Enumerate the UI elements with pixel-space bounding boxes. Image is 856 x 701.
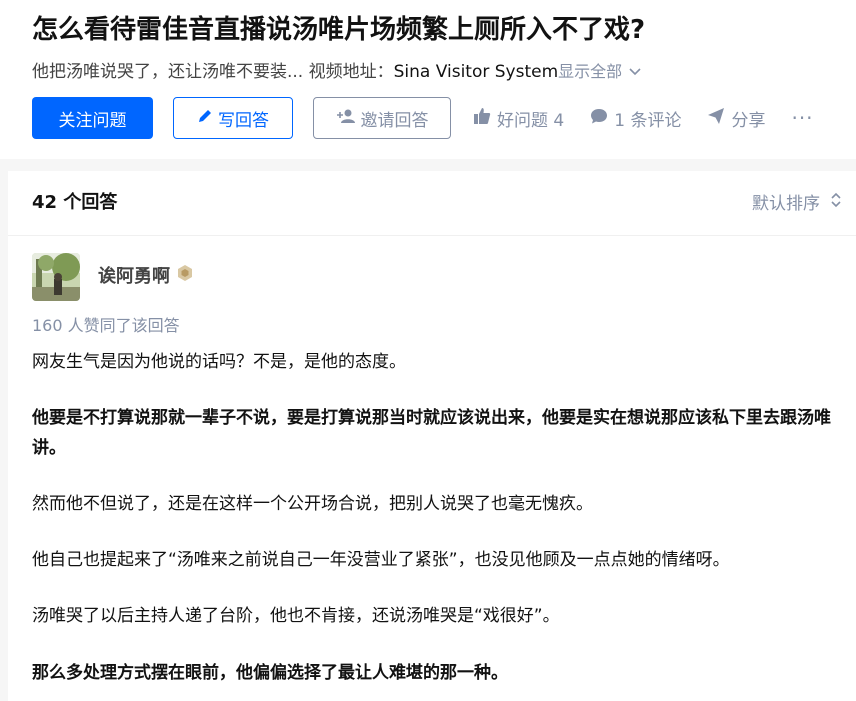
sort-icon — [820, 191, 842, 216]
follow-question-label: 关注问题 — [58, 110, 127, 131]
share-button[interactable]: 分享 — [707, 97, 765, 139]
write-answer-button[interactable]: 写回答 — [173, 97, 293, 139]
add-user-icon — [336, 108, 361, 129]
show-all-link[interactable]: 显示全部 — [558, 62, 622, 81]
question-actions: 关注问题 写回答 邀请回答 好问题 4 1 条评论 分享 ··· — [32, 97, 814, 139]
invite-answer-button[interactable]: 邀请回答 — [313, 97, 451, 139]
sort-dropdown[interactable]: 默认排序 — [752, 191, 842, 216]
paper-plane-icon — [707, 107, 731, 130]
answer-paragraph: 那么多处理方式摆在眼前，他偏偏选择了最让人难堪的那一种。 — [32, 663, 508, 683]
author-name-label: 诶阿勇啊 — [98, 266, 170, 287]
thumbs-up-icon — [473, 107, 497, 130]
author-name[interactable]: 诶阿勇啊 — [98, 264, 194, 290]
chevron-down-icon[interactable] — [628, 60, 642, 84]
member-badge-icon — [176, 264, 194, 290]
good-question-label: 好问题 4 — [497, 110, 565, 131]
answer-paragraph: 他自己也提起来了“汤唯来之前说自己一年没营业了紧张”，也没见他顾及一点点她的情绪… — [32, 550, 730, 570]
share-label: 分享 — [731, 110, 766, 131]
write-answer-label: 写回答 — [218, 110, 269, 131]
sort-label: 默认排序 — [752, 193, 820, 214]
answer-paragraph: 他要是不打算说那就一辈子不说，要是打算说那当时就应该说出来，他要是实在想说那应该… — [32, 408, 831, 458]
question-desc-text: 他把汤唯说哭了，还让汤唯不要装... 视频地址： — [32, 62, 394, 82]
question-header: 怎么看待雷佳音直播说汤唯片场频繁上厕所入不了戏? 他把汤唯说哭了，还让汤唯不要装… — [0, 0, 856, 159]
more-options-button[interactable]: ··· — [791, 97, 813, 139]
answer-paragraph: 网友生气是因为他说的话吗？不是，是他的态度。 — [32, 352, 406, 372]
question-description: 他把汤唯说哭了，还让汤唯不要装... 视频地址：Sina Visitor Sys… — [32, 60, 642, 84]
answer-paragraph: 然而他不但说了，还是在这样一个公开场合说，把别人说哭了也毫无愧疚。 — [32, 494, 593, 514]
comment-icon — [590, 107, 614, 130]
answer-list-card: 42 个回答 默认排序 诶阿勇啊 160 人赞同了该回答 网友生气是因为他说的话… — [8, 171, 856, 701]
follow-question-button[interactable]: 关注问题 — [32, 97, 153, 139]
question-title: 怎么看待雷佳音直播说汤唯片场频繁上厕所入不了戏? — [32, 15, 646, 45]
good-question-button[interactable]: 好问题 4 — [473, 97, 564, 139]
comments-button[interactable]: 1 条评论 — [590, 97, 681, 139]
divider — [8, 235, 856, 236]
invite-answer-label: 邀请回答 — [360, 110, 429, 131]
more-icon: ··· — [791, 106, 814, 130]
author-avatar[interactable] — [32, 253, 80, 301]
upvote-info: 160 人赞同了该回答 — [32, 316, 180, 335]
pencil-icon — [197, 108, 218, 129]
answer-count: 42 个回答 — [32, 192, 118, 213]
answer-paragraph: 汤唯哭了以后主持人递了台阶，他也不肯接，还说汤唯哭是“戏很好”。 — [32, 606, 560, 626]
comments-label: 1 条评论 — [614, 110, 682, 131]
video-source-link[interactable]: Sina Visitor System — [394, 62, 559, 82]
